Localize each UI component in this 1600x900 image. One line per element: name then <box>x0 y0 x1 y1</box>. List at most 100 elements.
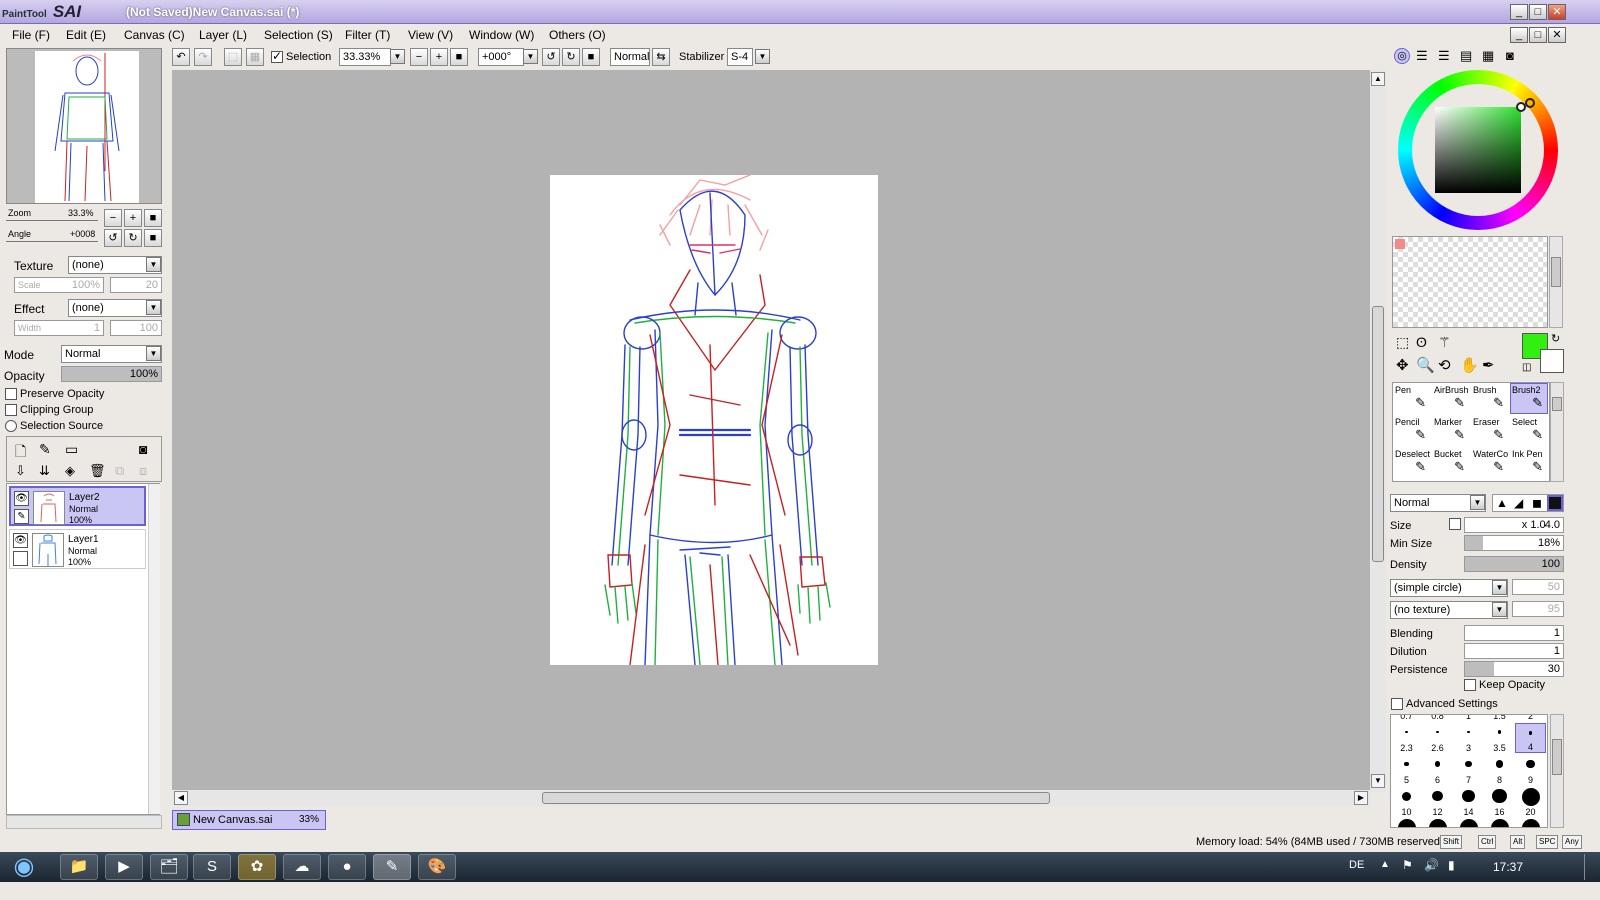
size-preset[interactable]: 7 <box>1453 755 1484 785</box>
nav-zoom-out-icon[interactable]: − <box>104 209 122 227</box>
paint-taskbar-icon[interactable]: 🎨 <box>418 854 456 880</box>
minimize-button[interactable]: _ <box>1510 4 1528 20</box>
size-preset[interactable]: 3.5 <box>1484 723 1515 753</box>
rgb-slider-tab-icon[interactable]: ☰ <box>1416 48 1428 64</box>
drawing-canvas[interactable] <box>550 174 878 666</box>
size-presets-scroll-thumb[interactable] <box>1552 739 1562 775</box>
saturation-value-square[interactable] <box>1435 107 1521 193</box>
navigator[interactable] <box>6 48 162 204</box>
transparent-color-icon[interactable]: ◫ <box>1522 362 1531 373</box>
maximize-button[interactable]: □ <box>1529 4 1547 20</box>
tool-brush[interactable]: Brush ✎ <box>1471 383 1509 414</box>
magic-wand-icon[interactable]: ⚚ <box>1438 334 1451 351</box>
horizontal-scrollbar[interactable]: ◀ ▶ <box>172 790 1370 806</box>
swatch-cell[interactable] <box>1395 239 1405 249</box>
redo-icon[interactable]: ↷ <box>194 48 212 66</box>
brush-edge-3-icon[interactable]: ◼ <box>1532 496 1542 510</box>
show-desktop-button[interactable] <box>1584 854 1598 880</box>
pen-lock-icon[interactable]: ✎ <box>14 509 29 524</box>
brush-dot-icon[interactable] <box>1398 819 1416 827</box>
pen-lock-icon[interactable] <box>13 551 28 566</box>
brush-dot-icon[interactable] <box>1522 819 1540 827</box>
zoom-in-icon[interactable]: + <box>430 48 448 66</box>
size-preset[interactable]: 8 <box>1484 755 1515 785</box>
size-preset[interactable]: 16 <box>1484 787 1515 817</box>
network-icon[interactable]: ▮ <box>1448 858 1455 872</box>
menu-others[interactable]: Others (O) <box>549 28 606 42</box>
hue-handle[interactable] <box>1525 98 1535 108</box>
view-mode-field[interactable]: Normal <box>610 48 650 66</box>
size-preset-label[interactable]: 0.8 <box>1422 715 1453 721</box>
tool-eraser[interactable]: Eraser ✎ <box>1471 415 1509 446</box>
tool-brush2[interactable]: Brush2 ✎ <box>1510 383 1548 414</box>
size-preset[interactable]: 14 <box>1453 787 1484 817</box>
doc-minimize-button[interactable]: _ <box>1510 27 1528 43</box>
eyedropper-icon[interactable]: ✒ <box>1482 356 1495 374</box>
deselect-icon[interactable]: ⬚ <box>224 48 242 66</box>
size-preset[interactable]: 2.3 <box>1391 723 1422 753</box>
tool-bucket[interactable]: Bucket ✎ <box>1432 447 1470 478</box>
brush-shape-select[interactable]: (simple circle) <box>1390 579 1508 597</box>
size-preset[interactable]: 3 <box>1453 723 1484 753</box>
brush-dot-icon[interactable] <box>1460 819 1478 827</box>
menu-layer[interactable]: Layer (L) <box>199 28 247 42</box>
selection-checkbox[interactable] <box>271 49 283 63</box>
swatch-scrollbar[interactable] <box>1549 236 1563 328</box>
zoom-field[interactable]: 33.33% <box>339 48 391 66</box>
keep-opacity-checkbox[interactable] <box>1464 679 1476 691</box>
nav-zoom-in-icon[interactable]: + <box>124 209 142 227</box>
clear-layer-icon[interactable]: ◈ <box>65 463 75 479</box>
rotate-left-icon[interactable]: ↺ <box>542 48 560 66</box>
menu-filter[interactable]: Filter (T) <box>345 28 390 42</box>
tool-waterco[interactable]: WaterCo ✎ <box>1471 447 1509 478</box>
scroll-right-icon[interactable]: ▶ <box>1354 791 1368 805</box>
size-preset[interactable]: 2.6 <box>1422 723 1453 753</box>
size-preset-label[interactable]: 1.5 <box>1484 715 1515 721</box>
swatch-tab-icon[interactable]: ▤ <box>1460 48 1472 64</box>
transfer-down-icon[interactable]: ⇩ <box>15 463 26 479</box>
firefox-taskbar-icon[interactable]: ● <box>328 854 366 880</box>
zoom-reset-icon[interactable]: ■ <box>450 48 468 66</box>
tool-ink-pen[interactable]: Ink Pen ✎ <box>1510 447 1548 478</box>
lasso-icon[interactable]: ʘ <box>1416 334 1427 350</box>
preserve-opacity-checkbox[interactable] <box>5 388 17 400</box>
tool-pencil[interactable]: Pencil ✎ <box>1393 415 1431 446</box>
tool-pen[interactable]: Pen ✎ <box>1393 383 1431 414</box>
color-wheel-tab-icon[interactable]: ◎ <box>1394 48 1410 64</box>
zoom-dropdown-icon[interactable]: ▼ <box>390 49 405 64</box>
zoom-slider[interactable] <box>6 220 98 221</box>
explorer-taskbar-icon[interactable]: 📁 <box>60 854 98 880</box>
canvas-tab[interactable]: New Canvas.sai 33% <box>172 810 326 830</box>
clock[interactable]: 17:37 <box>1493 860 1523 874</box>
size-preset[interactable]: 6 <box>1422 755 1453 785</box>
network-app-taskbar-icon[interactable]: ☁ <box>283 854 321 880</box>
size-multiplier[interactable]: x 1.0 <box>1522 519 1546 531</box>
size-preset[interactable]: 12 <box>1422 787 1453 817</box>
layer-mask-icon[interactable]: ◙ <box>139 441 147 457</box>
opacity-slider[interactable]: 100% <box>61 366 162 382</box>
angle-field[interactable]: +000° <box>478 48 524 66</box>
layer-hscrollbar[interactable] <box>6 815 162 829</box>
brush-edge-4-icon[interactable] <box>1547 495 1563 511</box>
layer-row-layer2[interactable]: 👁 ✎ Layer2 Normal 100% <box>9 486 146 526</box>
nav-rotate-left-icon[interactable]: ↺ <box>104 229 122 247</box>
tray-flag-icon[interactable]: ⚑ <box>1402 858 1413 872</box>
size-preset[interactable]: 4 <box>1515 723 1546 753</box>
selection-source-radio[interactable] <box>5 420 17 432</box>
invert-selection-icon[interactable]: ▦ <box>246 48 264 66</box>
size-preset-label[interactable]: 2 <box>1515 715 1546 721</box>
vertical-scrollbar[interactable]: ▲ ▼ <box>1370 70 1386 792</box>
menu-file[interactable]: File (F) <box>12 28 50 42</box>
visibility-eye-icon[interactable]: 👁 <box>13 533 28 548</box>
nav-rotate-right-icon[interactable]: ↻ <box>124 229 142 247</box>
swatch-scroll-thumb[interactable] <box>1551 257 1561 287</box>
advanced-settings-checkbox[interactable] <box>1391 698 1403 710</box>
flip-icon[interactable]: ⇆ <box>652 48 670 66</box>
horizontal-scroll-thumb[interactable] <box>542 792 1050 804</box>
density-slider[interactable]: 100 <box>1464 556 1564 572</box>
user-swatch-tab-icon[interactable]: ◙ <box>1506 48 1514 63</box>
size-preset-label[interactable]: 1 <box>1453 715 1484 721</box>
brush-edge-1-icon[interactable]: ▲ <box>1496 496 1508 510</box>
tool-grid-scroll-thumb[interactable] <box>1552 397 1562 411</box>
size-lock-icon[interactable] <box>1449 518 1461 530</box>
